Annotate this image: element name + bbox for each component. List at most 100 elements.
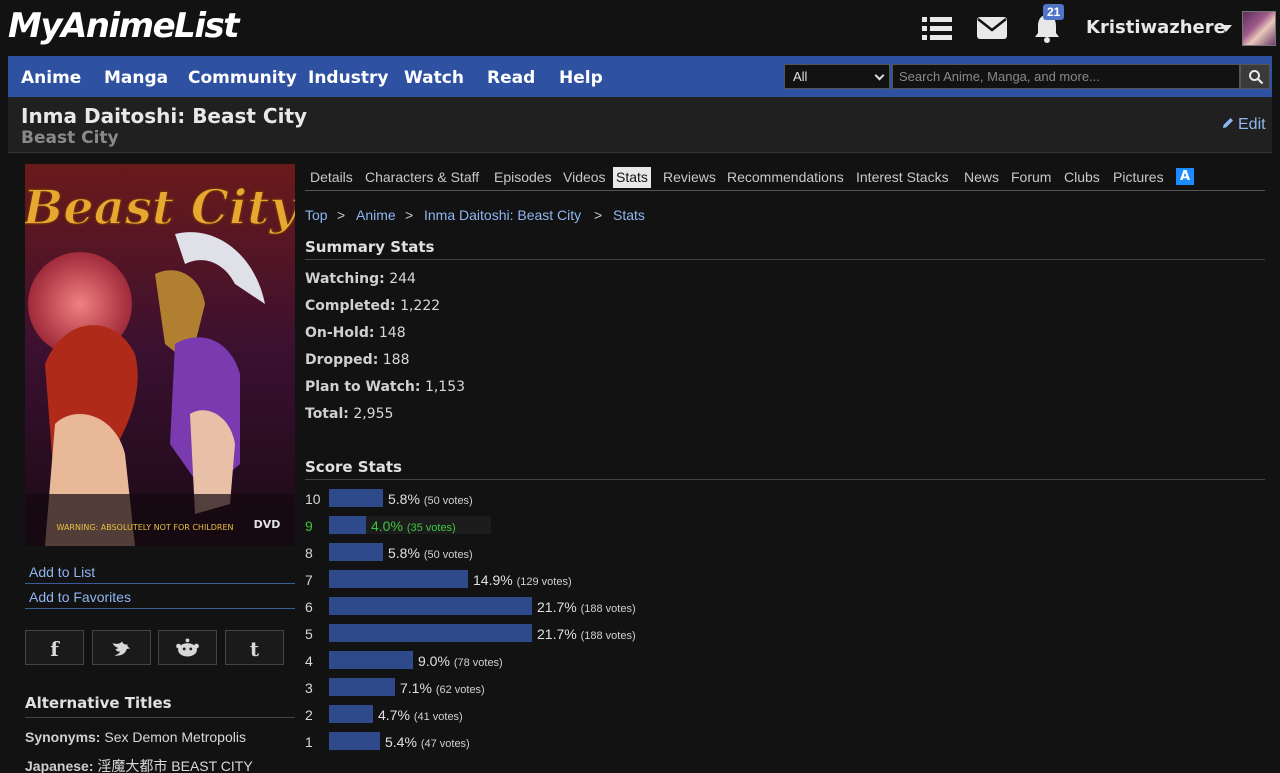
score-vote-count: (35 votes) [406, 522, 456, 534]
score-bar [329, 489, 383, 507]
nav-manga[interactable]: Manga [104, 68, 168, 88]
alternative-titles-heading: Alternative Titles [25, 694, 295, 718]
tab-details[interactable]: Details [310, 169, 353, 185]
page-subtitle: Beast City [21, 128, 119, 148]
site-logo[interactable]: MyAnimeList [8, 6, 239, 46]
cover-warning-text: WARNING: ABSOLUTELY NOT FOR CHILDREN [56, 523, 233, 532]
tab-videos[interactable]: Videos [563, 169, 606, 185]
score-value: 5 [305, 626, 313, 642]
score-value: 8 [305, 545, 313, 561]
score-bar [329, 651, 413, 669]
tab-reviews[interactable]: Reviews [663, 169, 716, 185]
summary-total: Total: 2,955 [305, 406, 394, 422]
nav-read[interactable]: Read [487, 68, 535, 88]
twitter-share-button[interactable] [92, 630, 151, 665]
nav-watch[interactable]: Watch [404, 68, 464, 88]
score-value: 4 [305, 653, 313, 669]
edit-link[interactable]: Edit [1221, 116, 1266, 134]
score-percentage: 5.8% (50 votes) [388, 545, 473, 561]
facebook-share-button[interactable]: f [25, 630, 84, 665]
reddit-share-button[interactable] [158, 630, 217, 665]
nav-industry[interactable]: Industry [308, 68, 388, 88]
score-value: 10 [305, 491, 321, 507]
score-bar [329, 732, 380, 750]
summary-watching: Watching: 244 [305, 271, 416, 287]
score-value: 9 [305, 518, 313, 534]
score-vote-count: (78 votes) [453, 657, 503, 669]
score-vote-count: (47 votes) [420, 738, 470, 750]
score-vote-count: (50 votes) [423, 549, 473, 561]
breadcrumb-anime[interactable]: Anime [356, 207, 396, 223]
add-to-list-link[interactable]: Add to List [25, 559, 295, 584]
reddit-icon [176, 638, 199, 657]
score-bar [329, 597, 532, 615]
search-icon [1249, 70, 1264, 85]
score-percentage-value: 7.1% [400, 680, 436, 696]
tab-stats[interactable]: Stats [613, 167, 651, 188]
score-stats-heading: Score Stats [305, 458, 1265, 480]
nav-help[interactable]: Help [559, 68, 603, 88]
score-vote-count: (129 votes) [516, 576, 572, 588]
anilist-icon[interactable]: A [1176, 168, 1194, 185]
tumblr-share-button[interactable]: t [225, 630, 284, 665]
score-percentage: 7.1% (62 votes) [400, 680, 485, 696]
cover-image[interactable]: Beast City WARNING: ABSOLUTELY NOT FOR C… [25, 164, 295, 546]
summary-completed: Completed: 1,222 [305, 298, 441, 314]
score-value: 7 [305, 572, 313, 588]
facebook-icon: f [50, 637, 59, 661]
search-button[interactable] [1240, 64, 1270, 89]
japanese-title-line: Japanese: 淫魔大都市 BEAST CITY [25, 758, 253, 773]
list-icon[interactable] [920, 12, 954, 44]
score-vote-count: (41 votes) [413, 711, 463, 723]
score-bar [329, 570, 468, 588]
caret-down-icon[interactable] [1220, 25, 1232, 32]
breadcrumb-separator: > [405, 207, 414, 223]
tab-forum[interactable]: Forum [1011, 169, 1051, 185]
score-bar [329, 516, 366, 534]
add-to-favorites-link[interactable]: Add to Favorites [25, 584, 295, 609]
score-percentage-value: 9.0% [418, 653, 454, 669]
breadcrumb-separator: > [337, 207, 346, 223]
summary-dropped: Dropped: 188 [305, 352, 410, 368]
tab-pictures[interactable]: Pictures [1113, 169, 1164, 185]
tab-characters-staff[interactable]: Characters & Staff [365, 169, 479, 185]
score-percentage-value: 4.0% [371, 518, 407, 534]
breadcrumb-top[interactable]: Top [305, 207, 328, 223]
score-percentage-value: 5.8% [388, 545, 424, 561]
notification-badge: 21 [1043, 4, 1065, 20]
breadcrumb-separator: > [594, 207, 603, 223]
score-percentage: 9.0% (78 votes) [418, 653, 503, 669]
score-percentage: 5.8% (50 votes) [388, 491, 473, 507]
score-percentage-value: 5.4% [385, 734, 421, 750]
avatar[interactable] [1242, 11, 1276, 46]
tab-recommendations[interactable]: Recommendations [727, 169, 844, 185]
twitter-icon [112, 641, 131, 656]
score-value: 2 [305, 707, 313, 723]
search-input[interactable] [892, 64, 1240, 89]
search-type-select[interactable]: All [784, 64, 890, 89]
page-title: Inma Daitoshi: Beast City [21, 104, 308, 128]
score-value: 3 [305, 680, 313, 696]
score-percentage: 5.4% (47 votes) [385, 734, 470, 750]
mail-icon[interactable] [975, 12, 1009, 44]
score-value: 6 [305, 599, 313, 615]
breadcrumb-title[interactable]: Inma Daitoshi: Beast City [424, 207, 581, 223]
score-percentage: 14.9% (129 votes) [473, 572, 572, 588]
breadcrumb-stats[interactable]: Stats [613, 207, 645, 223]
nav-community[interactable]: Community [188, 68, 297, 88]
dvd-logo: DVD [254, 518, 281, 531]
username[interactable]: Kristiwazhere [1086, 17, 1226, 38]
tab-news[interactable]: News [964, 169, 999, 185]
tab-clubs[interactable]: Clubs [1064, 169, 1100, 185]
score-value: 1 [305, 734, 313, 750]
score-percentage: 21.7% (188 votes) [537, 626, 636, 642]
summary-stats-heading: Summary Stats [305, 238, 1265, 260]
score-vote-count: (62 votes) [435, 684, 485, 696]
nav-anime[interactable]: Anime [21, 68, 81, 88]
pencil-icon [1223, 118, 1233, 128]
score-vote-count: (188 votes) [580, 603, 636, 615]
score-vote-count: (188 votes) [580, 630, 636, 642]
score-bar [329, 543, 383, 561]
tab-interest-stacks[interactable]: Interest Stacks [856, 169, 949, 185]
tab-episodes[interactable]: Episodes [494, 169, 552, 185]
